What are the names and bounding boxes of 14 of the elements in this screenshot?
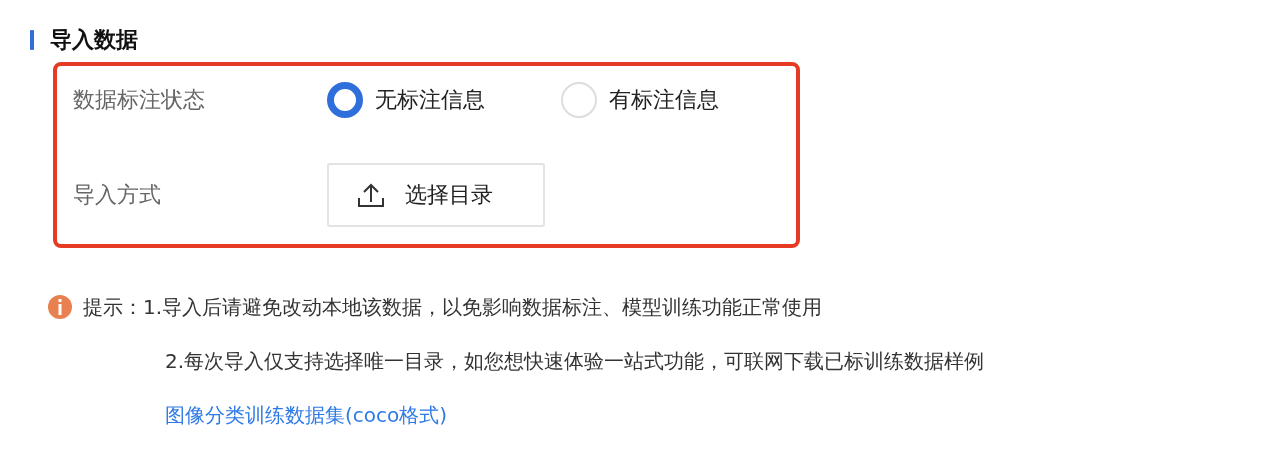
field-label: 导入方式: [73, 181, 162, 209]
radio-label[interactable]: 有标注信息: [609, 85, 719, 115]
dataset-link[interactable]: 图像分类训练数据集(coco格式): [165, 401, 448, 429]
section-title: 导入数据: [50, 26, 138, 54]
info-icon: [47, 294, 73, 320]
radio-label[interactable]: 无标注信息: [375, 85, 485, 115]
hint-text: 1.导入后请避免改动本地该数据，以免影响数据标注、模型训练功能正常使用: [143, 293, 823, 321]
field-label: 数据标注状态: [73, 86, 206, 114]
hint-text: 2.每次导入仅支持选择唯一目录，如您想快速体验一站式功能，可联网下载已标训练数据样例: [165, 347, 985, 375]
hint-prefix: 提示：: [83, 293, 143, 321]
select-directory-button[interactable]: 选择目录: [327, 163, 545, 227]
title-accent-bar: [30, 30, 34, 50]
upload-icon: [357, 182, 385, 208]
radio-button[interactable]: [327, 82, 363, 118]
